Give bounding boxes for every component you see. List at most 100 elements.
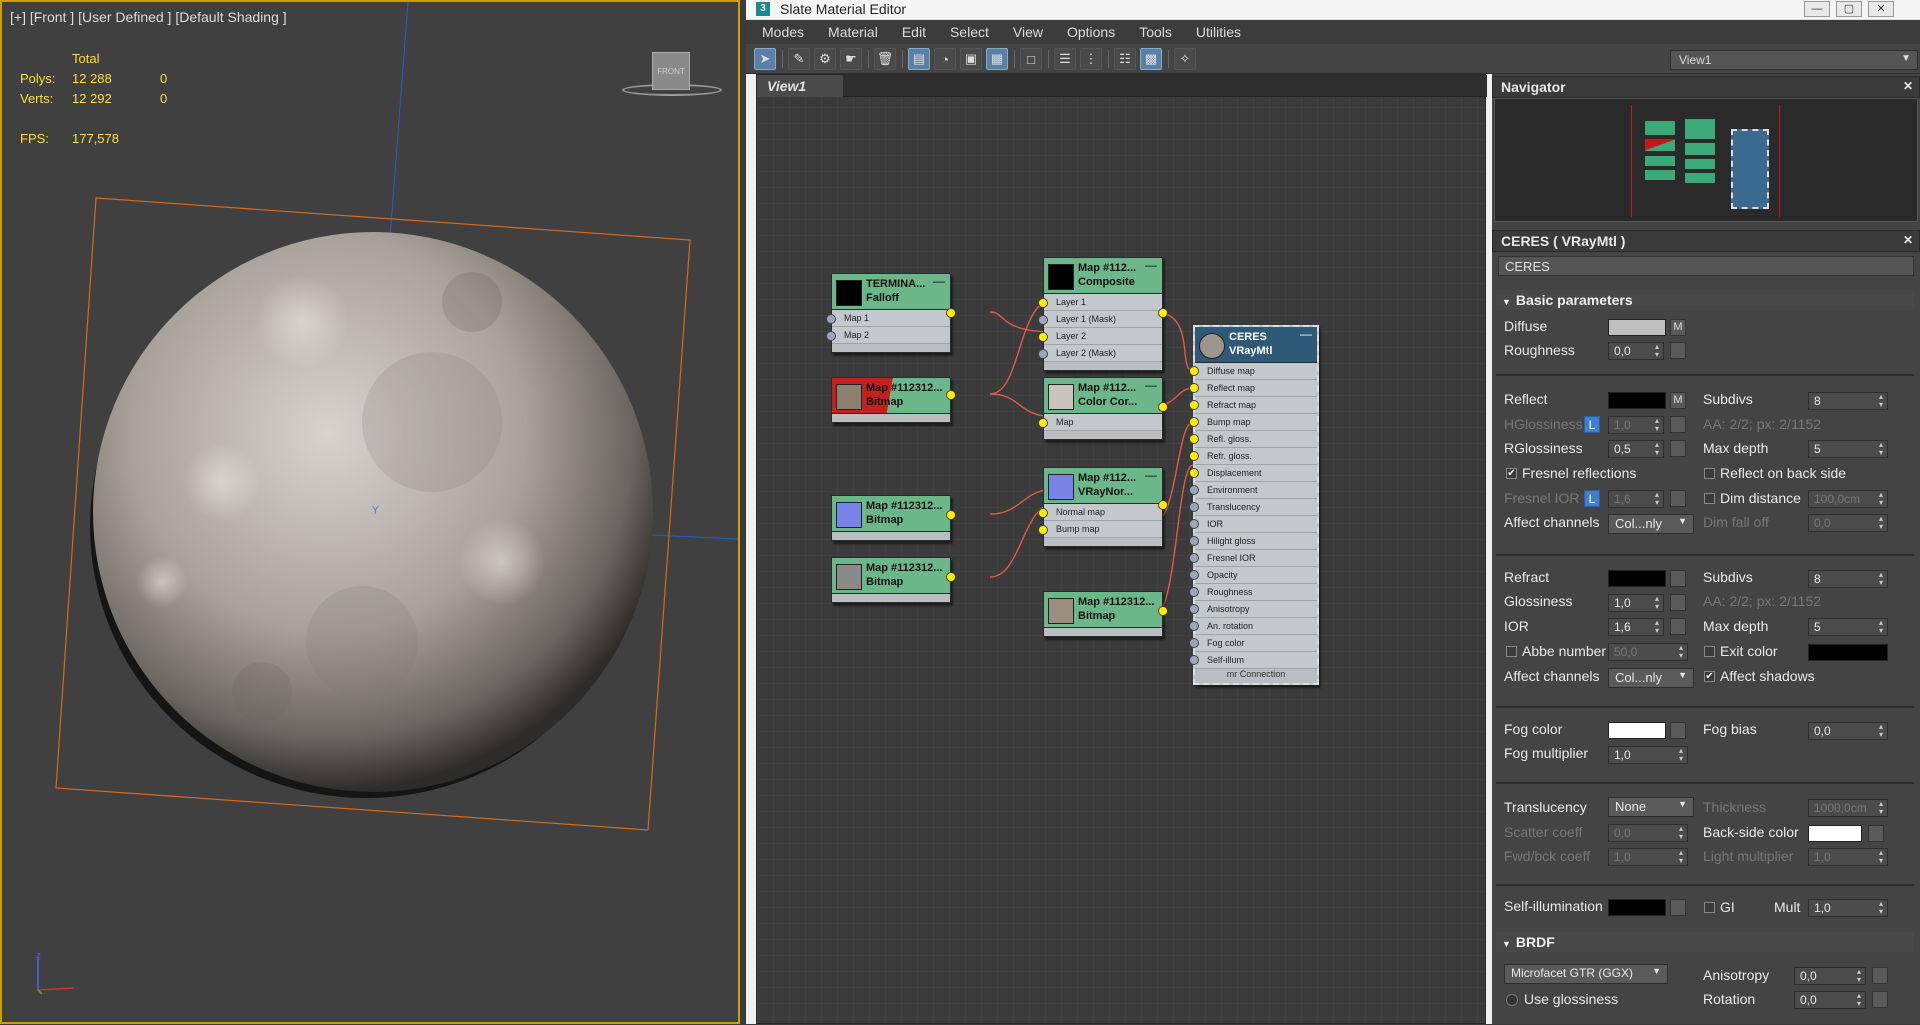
layout-children-icon[interactable]: ⋮ bbox=[1080, 48, 1102, 70]
hglossiness-map-button[interactable] bbox=[1670, 416, 1686, 433]
diffuse-color-swatch[interactable] bbox=[1608, 319, 1666, 336]
fresnel-ior-lock-button[interactable]: L bbox=[1584, 490, 1600, 507]
input-port[interactable] bbox=[1189, 604, 1199, 614]
node-slot[interactable]: Layer 2 bbox=[1044, 328, 1162, 345]
refract-color-swatch[interactable] bbox=[1608, 570, 1666, 587]
node-slot[interactable]: Layer 2 (Mask) bbox=[1044, 345, 1162, 362]
node-falloff-header[interactable]: TERMINA... Falloff — bbox=[832, 274, 950, 310]
node-slot[interactable]: Layer 1 (Mask) bbox=[1044, 311, 1162, 328]
menu-material[interactable]: Material bbox=[828, 24, 878, 40]
node-slot[interactable]: Anisotropy bbox=[1189, 601, 1317, 618]
minimize-node-icon[interactable]: — bbox=[933, 274, 945, 288]
node-composite-header[interactable]: Map #112... Composite — bbox=[1044, 258, 1162, 294]
menu-options[interactable]: Options bbox=[1067, 24, 1115, 40]
node-slot[interactable]: An. rotation bbox=[1189, 618, 1317, 635]
rglossiness-spinner[interactable]: 0,5 ▴ ▾ bbox=[1608, 440, 1664, 458]
input-port[interactable] bbox=[1189, 536, 1199, 546]
input-port[interactable] bbox=[1189, 502, 1199, 512]
gi-checkbox[interactable] bbox=[1704, 902, 1715, 913]
glossiness-spinner[interactable]: 1,0 ▴ ▾ bbox=[1608, 594, 1664, 612]
input-port[interactable] bbox=[1038, 332, 1048, 342]
dim-distance-checkbox[interactable] bbox=[1704, 493, 1715, 504]
node-slot[interactable]: Displacement bbox=[1189, 465, 1317, 482]
fog-bias-spinner[interactable]: 0,0 ▴ ▾ bbox=[1808, 722, 1888, 740]
node-bitmap-2-header[interactable]: Map #112312... Bitmap bbox=[832, 496, 950, 532]
move-children-icon[interactable]: ▤ bbox=[908, 48, 930, 70]
input-port[interactable] bbox=[1189, 417, 1199, 427]
affect-channels-2-dropdown[interactable]: Col...nly ▼ bbox=[1608, 668, 1694, 688]
node-color-correction[interactable]: Map #112... Color Cor... — Map bbox=[1038, 377, 1168, 440]
input-port[interactable] bbox=[1189, 434, 1199, 444]
show-background-icon[interactable]: ▦ bbox=[986, 48, 1008, 70]
backside-color-swatch[interactable] bbox=[1808, 825, 1862, 842]
input-port[interactable] bbox=[1189, 468, 1199, 478]
input-port[interactable] bbox=[1189, 621, 1199, 631]
output-port[interactable] bbox=[946, 572, 956, 582]
rglossiness-map-button[interactable] bbox=[1670, 440, 1686, 457]
glossiness-map-button[interactable] bbox=[1670, 594, 1686, 611]
node-slot[interactable]: Refl. gloss. bbox=[1189, 431, 1317, 448]
node-slot[interactable]: Roughness bbox=[1189, 584, 1317, 601]
close-icon[interactable]: ✕ bbox=[1903, 233, 1913, 247]
input-port[interactable] bbox=[1038, 508, 1048, 518]
minimize-node-icon[interactable]: — bbox=[1300, 327, 1312, 341]
node-bitmap-4[interactable]: Map #112312... Bitmap bbox=[1043, 591, 1168, 637]
minimize-node-icon[interactable]: — bbox=[1145, 468, 1157, 482]
input-port[interactable] bbox=[1189, 519, 1199, 529]
roughness-spinner[interactable]: 0,0 ▴ ▾ bbox=[1608, 342, 1664, 360]
node-slot[interactable]: Diffuse map bbox=[1189, 363, 1317, 380]
reflect-maxdepth-spinner[interactable]: 5 ▴ ▾ bbox=[1808, 440, 1888, 458]
abbe-number-spinner[interactable]: 50,0 ▴ ▾ bbox=[1608, 643, 1688, 661]
node-slot[interactable]: Map 2 bbox=[832, 327, 950, 344]
node-color-correction-header[interactable]: Map #112... Color Cor... — bbox=[1044, 378, 1162, 414]
input-port[interactable] bbox=[1189, 383, 1199, 393]
input-port[interactable] bbox=[1189, 587, 1199, 597]
input-port[interactable] bbox=[1189, 553, 1199, 563]
input-port[interactable] bbox=[1038, 418, 1048, 428]
select-tool-icon[interactable]: ➤ bbox=[754, 48, 776, 70]
node-slot[interactable]: Refract map bbox=[1189, 397, 1317, 414]
reflect-subdivs-spinner[interactable]: 8 ▴ ▾ bbox=[1808, 392, 1888, 410]
show-map-in-viewport-icon[interactable]: ▣ bbox=[960, 48, 982, 70]
use-glossiness-radio[interactable] bbox=[1506, 994, 1518, 1006]
menu-select[interactable]: Select bbox=[950, 24, 989, 40]
reflect-back-side-checkbox[interactable] bbox=[1704, 468, 1715, 479]
node-slot[interactable]: Bump map bbox=[1189, 414, 1317, 431]
translucency-dropdown[interactable]: None ▼ bbox=[1608, 797, 1694, 817]
hide-unused-slots-icon[interactable]: ◔ bbox=[934, 48, 956, 70]
light-multiplier-spinner[interactable]: 1,0 ▴ ▾ bbox=[1808, 848, 1888, 866]
refract-subdivs-spinner[interactable]: 8 ▴ ▾ bbox=[1808, 570, 1888, 588]
menu-utilities[interactable]: Utilities bbox=[1196, 24, 1241, 40]
node-slot[interactable]: Bump map bbox=[1044, 521, 1162, 538]
node-composite[interactable]: Map #112... Composite — Layer 1 Layer 1 (… bbox=[1038, 257, 1168, 371]
node-slot[interactable]: Reflect map bbox=[1189, 380, 1317, 397]
material-id-icon[interactable]: □ bbox=[1020, 48, 1042, 70]
ior-map-button[interactable] bbox=[1670, 618, 1686, 635]
input-port[interactable] bbox=[1038, 525, 1048, 535]
ior-spinner[interactable]: 1,6 ▴ ▾ bbox=[1608, 618, 1664, 636]
rollout-basic-parameters[interactable]: ▼ Basic parameters bbox=[1496, 290, 1914, 310]
rotation-map-button[interactable] bbox=[1872, 991, 1888, 1008]
select-by-material-icon[interactable]: ✧ bbox=[1174, 48, 1196, 70]
input-port[interactable] bbox=[1038, 349, 1048, 359]
output-port[interactable] bbox=[946, 308, 956, 318]
input-port[interactable] bbox=[1189, 485, 1199, 495]
output-port[interactable] bbox=[1158, 308, 1168, 318]
self-illumination-swatch[interactable] bbox=[1608, 899, 1666, 916]
node-slot[interactable]: Hilight gloss bbox=[1189, 533, 1317, 550]
fwd-bck-coeff-spinner[interactable]: 1,0 ▴ ▾ bbox=[1608, 848, 1688, 866]
layout-all-icon[interactable]: ☰ bbox=[1054, 48, 1076, 70]
thickness-spinner[interactable]: 1000,0cm ▴ ▾ bbox=[1808, 799, 1888, 817]
reflect-color-swatch[interactable] bbox=[1608, 392, 1666, 409]
dim-distance-spinner[interactable]: 100,0cm ▴ ▾ bbox=[1808, 490, 1888, 508]
node-bitmap-3-header[interactable]: Map #112312... Bitmap bbox=[832, 558, 950, 594]
input-port[interactable] bbox=[1189, 366, 1199, 376]
exit-color-checkbox[interactable] bbox=[1704, 646, 1715, 657]
affect-channels-dropdown[interactable]: Col...nly ▼ bbox=[1608, 514, 1694, 534]
backside-color-map-button[interactable] bbox=[1868, 825, 1884, 842]
node-slot[interactable]: Refr. gloss. bbox=[1189, 448, 1317, 465]
scatter-coeff-spinner[interactable]: 0,0 ▴ ▾ bbox=[1608, 824, 1688, 842]
node-view-canvas[interactable]: View1 TERMINA... Falloff — Map 1 Map 2 M… bbox=[756, 74, 1487, 1024]
refract-maxdepth-spinner[interactable]: 5 ▴ ▾ bbox=[1808, 618, 1888, 636]
hglossiness-spinner[interactable]: 1,0 ▴ ▾ bbox=[1608, 416, 1664, 434]
